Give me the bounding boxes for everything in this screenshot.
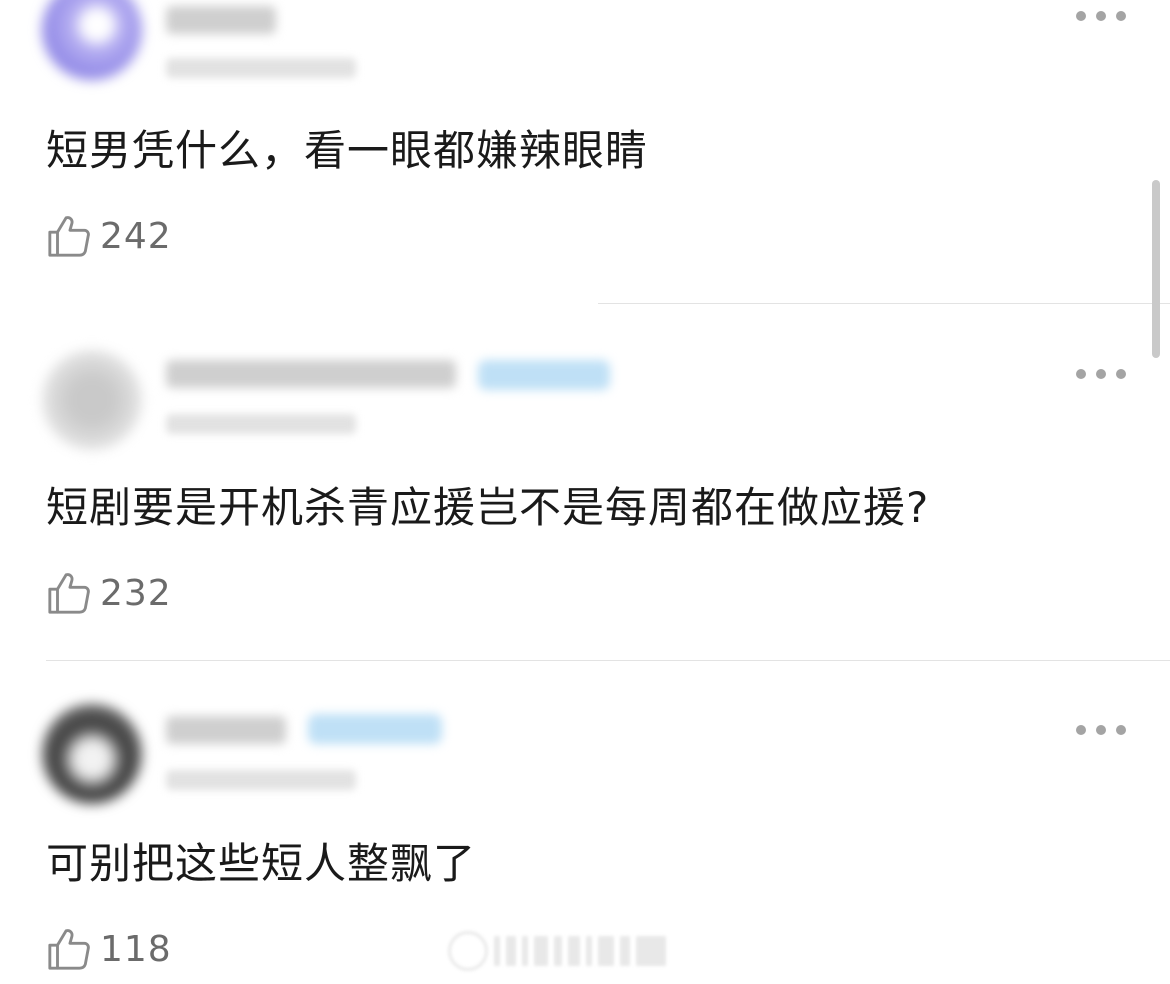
watermark-logo-icon [448, 931, 488, 971]
more-dot-icon [1076, 725, 1086, 735]
scrollbar-thumb[interactable] [1152, 180, 1160, 358]
more-dot-icon [1116, 725, 1126, 735]
more-dot-icon [1096, 725, 1106, 735]
thumbs-up-icon [48, 929, 90, 970]
comment-item: 可别把这些短人整飘了 118 [0, 0, 1170, 984]
watermark-text-blurred [636, 936, 666, 966]
comment-meta-blurred [166, 770, 356, 790]
like-button[interactable]: 118 [46, 924, 172, 974]
watermark-text-blurred [506, 936, 516, 966]
like-count: 118 [100, 928, 172, 970]
watermark-text-blurred [522, 936, 528, 966]
watermark-text-blurred [620, 936, 630, 966]
more-options-button[interactable] [1076, 720, 1126, 740]
watermark-text-blurred [554, 936, 562, 966]
watermark-text-blurred [598, 936, 614, 966]
username-blurred[interactable] [166, 716, 286, 744]
watermark-text-blurred [586, 936, 592, 966]
watermark-text-blurred [568, 936, 580, 966]
user-badge-blurred [308, 714, 442, 744]
watermark-text-blurred [534, 936, 548, 966]
watermark [448, 930, 718, 972]
comment-text: 可别把这些短人整飘了 [46, 839, 477, 888]
watermark-text-blurred [494, 936, 500, 966]
avatar[interactable] [42, 704, 142, 804]
